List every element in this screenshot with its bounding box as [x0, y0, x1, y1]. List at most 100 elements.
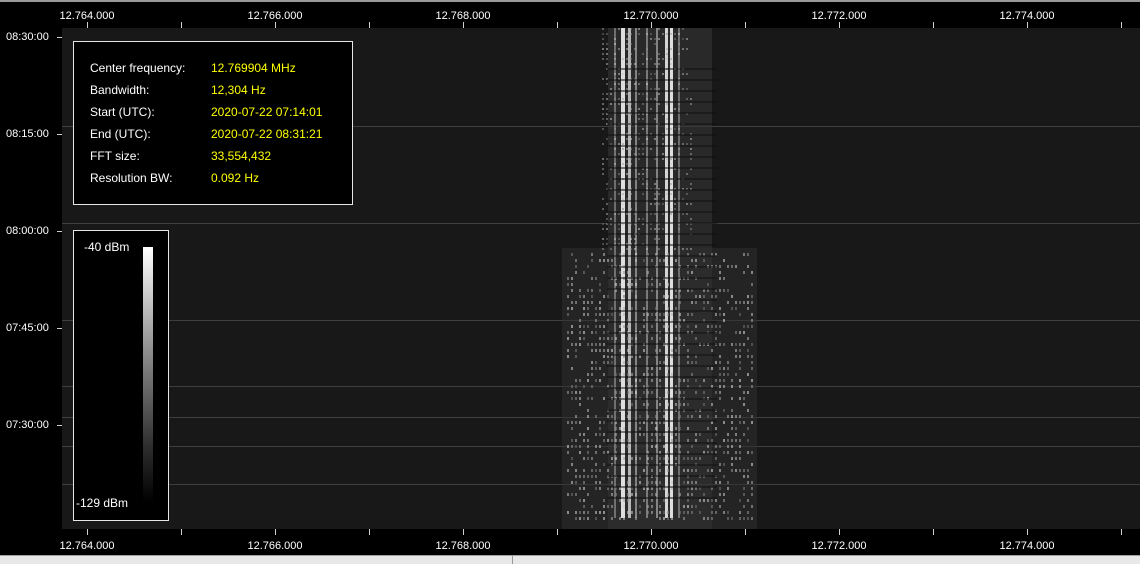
harmonic-speckle	[571, 427, 573, 430]
harmonic-speckle	[575, 385, 577, 388]
harmonic-speckle	[595, 349, 597, 352]
harmonic-speckle	[675, 259, 677, 262]
harmonic-speckle	[731, 397, 733, 400]
harmonic-speckle	[602, 128, 604, 130]
harmonic-speckle	[626, 158, 628, 160]
harmonic-speckle	[643, 373, 645, 376]
harmonic-speckle	[567, 391, 569, 394]
harmonic-speckle	[583, 385, 585, 388]
harmonic-speckle	[622, 158, 624, 160]
harmonic-speckle	[599, 421, 601, 424]
harmonic-speckle	[651, 337, 653, 340]
harmonic-speckle	[743, 421, 745, 424]
harmonic-speckle	[735, 415, 737, 418]
harmonic-speckle	[670, 163, 672, 165]
harmonic-speckle	[719, 505, 721, 508]
harmonic-speckle	[567, 469, 569, 472]
harmonic-speckle	[599, 349, 601, 352]
harmonic-speckle	[691, 493, 693, 496]
harmonic-speckle	[655, 427, 657, 430]
harmonic-speckle	[619, 313, 621, 316]
harmonic-speckle	[571, 367, 573, 370]
banding-row	[607, 310, 717, 312]
harmonic-speckle	[610, 88, 612, 90]
harmonic-speckle	[643, 403, 645, 406]
harmonic-speckle	[667, 307, 669, 310]
banding-row	[607, 299, 717, 301]
harmonic-speckle	[739, 451, 741, 454]
harmonic-speckle	[595, 313, 597, 316]
harmonic-speckle	[638, 93, 640, 95]
harmonic-speckle	[579, 343, 581, 346]
harmonic-speckle	[715, 427, 717, 430]
harmonic-speckle	[623, 361, 625, 364]
harmonic-speckle	[615, 433, 617, 436]
harmonic-speckle	[670, 208, 672, 210]
harmonic-speckle	[630, 108, 632, 110]
harmonic-speckle	[643, 325, 645, 328]
harmonic-speckle	[687, 469, 689, 472]
harmonic-speckle	[639, 427, 641, 430]
freq-label-bottom: 12.766.000	[247, 540, 303, 552]
harmonic-speckle	[731, 427, 733, 430]
harmonic-speckle	[579, 379, 581, 382]
harmonic-speckle	[595, 331, 597, 334]
harmonic-speckle	[654, 238, 656, 240]
minor-tick	[745, 529, 746, 535]
harmonic-speckle	[666, 48, 668, 50]
harmonic-speckle	[739, 439, 741, 442]
harmonic-speckle	[583, 487, 585, 490]
harmonic-speckle	[682, 213, 684, 215]
harmonic-speckle	[654, 158, 656, 160]
harmonic-speckle	[571, 277, 573, 280]
harmonic-speckle	[647, 283, 649, 286]
harmonic-speckle	[618, 98, 620, 100]
harmonic-speckle	[743, 331, 745, 334]
time-label: 07:45:00	[6, 322, 49, 334]
harmonic-speckle	[595, 379, 597, 382]
harmonic-speckle	[627, 367, 629, 370]
harmonic-speckle	[655, 445, 657, 448]
harmonic-speckle	[667, 373, 669, 376]
harmonic-speckle	[599, 313, 601, 316]
info-value: 2020-07-22 08:31:21	[211, 127, 323, 141]
harmonic-speckle	[607, 361, 609, 364]
harmonic-speckle	[686, 48, 688, 50]
major-tick	[1027, 529, 1028, 535]
harmonic-speckle	[715, 325, 717, 328]
harmonic-speckle	[667, 511, 669, 514]
harmonic-speckle	[670, 183, 672, 185]
harmonic-speckle	[747, 481, 749, 484]
harmonic-speckle	[643, 313, 645, 316]
harmonic-speckle	[602, 33, 604, 35]
harmonic-speckle	[691, 361, 693, 364]
harmonic-speckle	[727, 301, 729, 304]
harmonic-speckle	[735, 457, 737, 460]
harmonic-speckle	[615, 445, 617, 448]
harmonic-speckle	[623, 271, 625, 274]
harmonic-speckle	[634, 213, 636, 215]
harmonic-speckle	[579, 445, 581, 448]
harmonic-speckle	[658, 93, 660, 95]
banding-row	[607, 464, 717, 466]
harmonic-speckle	[687, 379, 689, 382]
harmonic-speckle	[595, 433, 597, 436]
harmonic-speckle	[703, 517, 705, 520]
harmonic-speckle	[571, 331, 573, 334]
harmonic-speckle	[650, 33, 652, 35]
harmonic-speckle	[599, 259, 601, 262]
harmonic-speckle	[635, 295, 637, 298]
harmonic-speckle	[751, 343, 753, 346]
harmonic-speckle	[575, 397, 577, 400]
harmonic-speckle	[735, 373, 737, 376]
harmonic-speckle	[606, 138, 608, 140]
harmonic-speckle	[727, 433, 729, 436]
harmonic-speckle	[651, 499, 653, 502]
harmonic-speckle	[583, 505, 585, 508]
harmonic-speckle	[626, 38, 628, 40]
harmonic-speckle	[699, 415, 701, 418]
harmonic-speckle	[602, 53, 604, 55]
harmonic-speckle	[683, 517, 685, 520]
harmonic-speckle	[583, 511, 585, 514]
harmonic-speckle	[567, 307, 569, 310]
